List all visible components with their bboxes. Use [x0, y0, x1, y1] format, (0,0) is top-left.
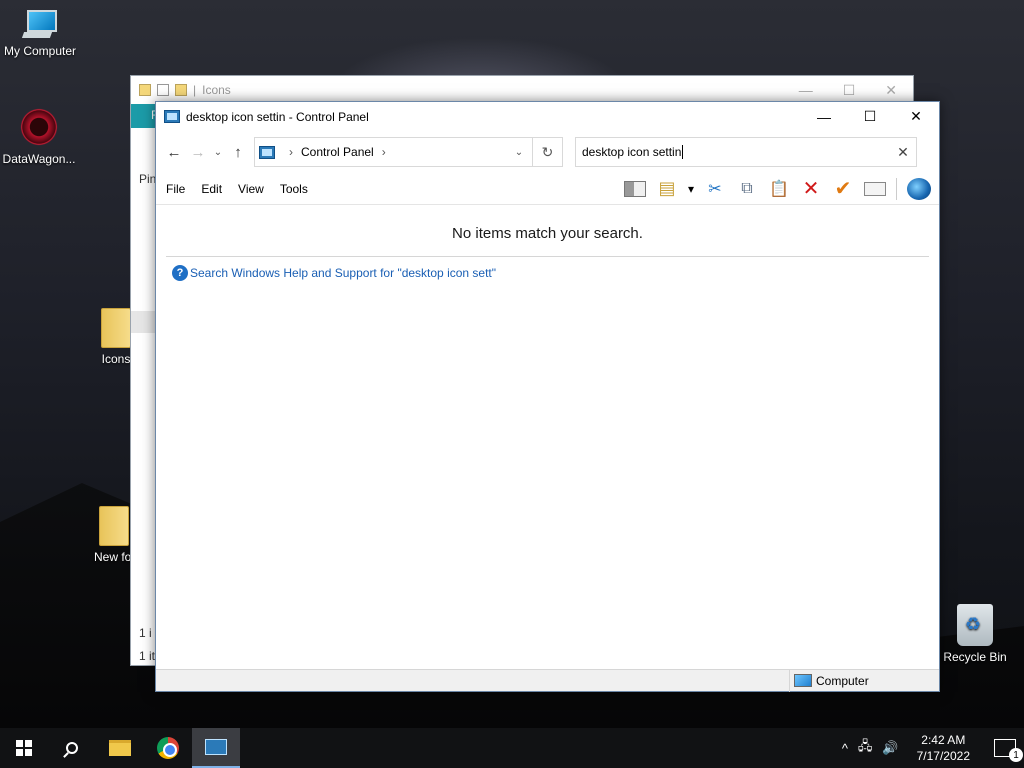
taskbar-search-button[interactable] [48, 728, 96, 768]
system-tray: ^ 🖧 🔊 2:42 AM 7/17/2022 1 [842, 732, 1024, 764]
start-button[interactable] [0, 728, 48, 768]
volume-icon[interactable]: 🔊 [882, 740, 898, 756]
preview-pane-icon[interactable] [623, 180, 646, 197]
copy-icon[interactable]: ⧉ [736, 178, 758, 200]
views-dropdown-icon[interactable]: ▾ [688, 182, 694, 196]
selected-nav-row [131, 311, 157, 333]
folder-icon [175, 84, 187, 96]
properties-icon[interactable]: ▤ [656, 178, 678, 200]
recycle-bin-icon [957, 604, 993, 646]
status-location: Computer [789, 669, 939, 692]
desktop-icon-datawagon[interactable]: DataWagon... [0, 106, 81, 166]
address-bar[interactable]: › Control Panel › ⌄ [254, 137, 533, 167]
file-explorer-icon [109, 740, 131, 756]
computer-icon [23, 10, 57, 40]
toolbar: ▤ ▾ ✂ ⧉ 📋 ✕ ✔ [623, 177, 939, 200]
minimize-button[interactable]: — [799, 82, 813, 99]
menu-tools[interactable]: Tools [280, 182, 316, 196]
desktop-icon-label: DataWagon... [2, 152, 76, 166]
content-divider [166, 256, 929, 257]
control-panel-icon [259, 145, 275, 159]
status-location-label: Computer [816, 673, 869, 688]
desktop-icon-label: My Computer [3, 44, 77, 58]
globe-icon[interactable] [907, 177, 931, 200]
back-button[interactable]: ← [162, 140, 186, 164]
refresh-button[interactable]: ↻ [533, 137, 563, 167]
taskbar: ^ 🖧 🔊 2:42 AM 7/17/2022 1 [0, 728, 1024, 768]
toolbar-divider [896, 177, 897, 200]
clock-time: 2:42 AM [921, 733, 966, 747]
folder-icon [139, 84, 151, 96]
taskbar-file-explorer[interactable] [96, 728, 144, 768]
notification-count-badge: 1 [1009, 748, 1023, 762]
checkbox-icon [157, 84, 169, 96]
mail-icon[interactable] [864, 181, 886, 196]
search-results-area: No items match your search. ? Search Win… [156, 205, 939, 669]
file-ribbon-tab[interactable]: F [131, 104, 158, 128]
apply-checkmark-icon[interactable]: ✔ [832, 178, 854, 200]
address-dropdown-button[interactable]: ⌄ [506, 147, 532, 158]
help-icon: ? [172, 265, 188, 281]
taskbar-chrome[interactable] [144, 728, 192, 768]
pin-label: Pin [139, 172, 157, 186]
breadcrumb-control-panel[interactable]: Control Panel [301, 145, 374, 159]
up-button[interactable]: ↑ [226, 140, 250, 164]
control-panel-icon [164, 110, 180, 123]
clock[interactable]: 2:42 AM 7/17/2022 [917, 732, 970, 764]
search-icon [66, 742, 78, 754]
menu-file[interactable]: File [166, 182, 193, 196]
close-button[interactable]: ✕ [885, 82, 897, 99]
windows-logo-icon [16, 740, 32, 756]
desktop-icon-label: Recycle Bin [943, 650, 1007, 664]
breadcrumb-separator[interactable]: › [382, 145, 386, 159]
clock-date: 7/17/2022 [916, 749, 970, 763]
search-input[interactable]: desktop icon settin ✕ [575, 137, 917, 167]
folder-icon [99, 506, 129, 546]
minimize-button[interactable]: — [801, 102, 847, 131]
search-help-link[interactable]: ? Search Windows Help and Support for "d… [172, 265, 939, 281]
breadcrumb-separator[interactable]: › [289, 145, 293, 159]
folder-icon [101, 308, 131, 348]
close-button[interactable]: ✕ [893, 102, 939, 131]
control-panel-icon [205, 739, 227, 755]
action-center-button[interactable]: 1 [994, 739, 1023, 762]
menu-view[interactable]: View [238, 182, 272, 196]
title-separator: | [193, 83, 197, 97]
icons-window-title: Icons [202, 83, 231, 97]
network-icon[interactable]: 🖧 [858, 737, 873, 759]
show-hidden-icons-chevron-icon[interactable]: ^ [842, 741, 848, 756]
taskbar-control-panel[interactable] [192, 728, 240, 768]
status-bar: Computer [156, 669, 939, 692]
desktop-icon-label: New fol [93, 550, 134, 564]
computer-icon [794, 674, 812, 687]
maximize-button[interactable]: ☐ [847, 102, 893, 131]
menu-edit[interactable]: Edit [201, 182, 230, 196]
desktop-icon-recycle-bin[interactable]: Recycle Bin [933, 604, 1017, 664]
recent-locations-button[interactable]: ⌄ [210, 140, 226, 164]
desktop-icon-my-computer[interactable]: My Computer [0, 10, 82, 58]
cut-icon[interactable]: ✂ [704, 178, 726, 200]
clear-search-button[interactable]: ✕ [890, 144, 916, 161]
datawagon-app-icon [18, 106, 60, 148]
no-results-message: No items match your search. [452, 225, 643, 242]
control-panel-titlebar[interactable]: desktop icon settin - Control Panel — ☐ … [156, 102, 939, 131]
control-panel-window[interactable]: desktop icon settin - Control Panel — ☐ … [155, 101, 940, 692]
navigation-bar: ← → ⌄ ↑ › Control Panel › ⌄ ↻ desktop ic… [156, 131, 939, 173]
menu-bar: File Edit View Tools ▤ ▾ ✂ ⧉ 📋 ✕ ✔ [156, 173, 939, 205]
search-help-link-text[interactable]: Search Windows Help and Support for "des… [190, 266, 496, 280]
paste-icon[interactable]: 📋 [768, 178, 790, 200]
chrome-icon [157, 737, 179, 759]
desktop-icon-label: Icons [101, 352, 131, 366]
window-title: desktop icon settin - Control Panel [186, 109, 369, 124]
search-input-value[interactable]: desktop icon settin [582, 145, 684, 159]
forward-button[interactable]: → [186, 140, 210, 164]
icons-window-titlebar[interactable]: | Icons — ☐ ✕ [131, 76, 913, 104]
item-count-text: 1 i [139, 626, 152, 640]
delete-icon[interactable]: ✕ [800, 178, 822, 200]
maximize-button[interactable]: ☐ [843, 82, 856, 99]
